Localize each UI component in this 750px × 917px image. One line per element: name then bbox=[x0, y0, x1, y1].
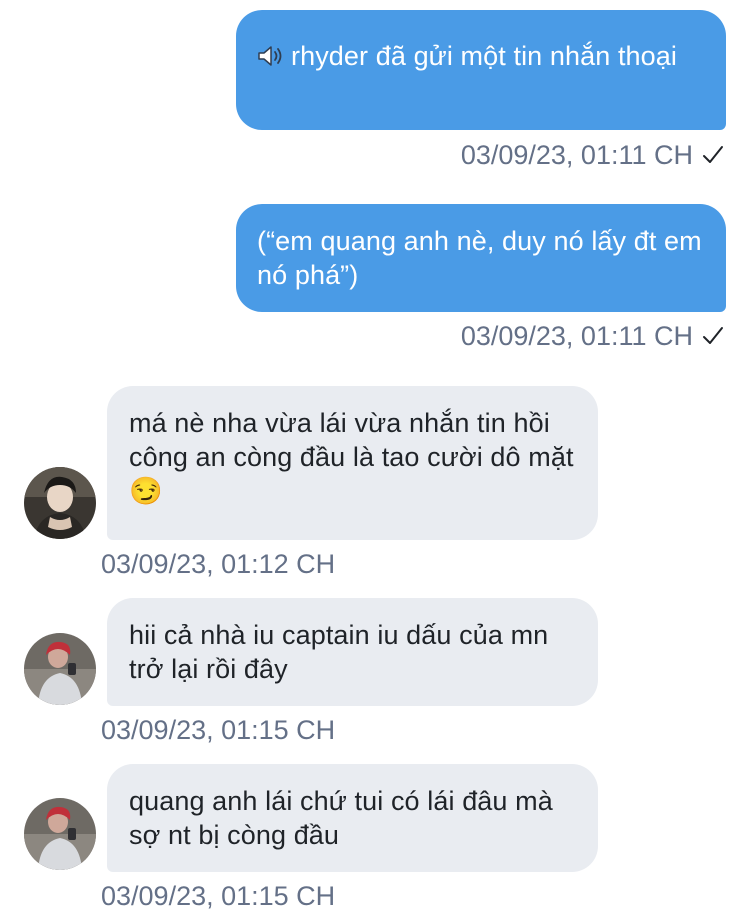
sent-check-icon bbox=[703, 327, 723, 344]
message-text: (“em quang anh nè, duy nó lấy đt em nó p… bbox=[257, 226, 702, 290]
avatar[interactable] bbox=[24, 633, 96, 705]
message-timestamp: 03/09/23, 01:11 CH bbox=[461, 320, 724, 352]
smirk-emoji: 😏 bbox=[129, 476, 163, 506]
message-text: hii cả nhà iu captain iu dấu của mn trở … bbox=[129, 620, 549, 684]
outgoing-message-bubble[interactable]: (“em quang anh nè, duy nó lấy đt em nó p… bbox=[236, 204, 726, 312]
sent-check-icon bbox=[703, 146, 723, 163]
incoming-message-bubble[interactable]: hii cả nhà iu captain iu dấu của mn trở … bbox=[107, 598, 598, 706]
message-timestamp: 03/09/23, 01:12 CH bbox=[101, 549, 336, 579]
message-text: má nè nha vừa lái vừa nhắn tin hồi công … bbox=[129, 408, 574, 472]
message-text: rhyder đã gửi một tin nhắn thoại bbox=[291, 41, 677, 71]
avatar-image bbox=[24, 633, 96, 705]
message-timestamp: 03/09/23, 01:15 CH bbox=[101, 881, 336, 911]
incoming-message-bubble[interactable]: quang anh lái chứ tui có lái đâu mà sợ n… bbox=[107, 764, 598, 872]
speaker-icon bbox=[258, 46, 282, 66]
message-timestamp: 03/09/23, 01:11 CH bbox=[461, 139, 724, 171]
outgoing-message-bubble[interactable]: rhyder đã gửi một tin nhắn thoại bbox=[236, 10, 726, 130]
message-timestamp: 03/09/23, 01:15 CH bbox=[101, 715, 336, 745]
chat-thread: rhyder đã gửi một tin nhắn thoại 03/09/2… bbox=[0, 0, 750, 917]
avatar[interactable] bbox=[24, 467, 96, 539]
avatar[interactable] bbox=[24, 798, 96, 870]
incoming-message-bubble[interactable]: má nè nha vừa lái vừa nhắn tin hồi công … bbox=[107, 386, 598, 540]
avatar-image bbox=[24, 467, 96, 539]
avatar-image bbox=[24, 798, 96, 870]
message-text: quang anh lái chứ tui có lái đâu mà sợ n… bbox=[129, 786, 553, 850]
